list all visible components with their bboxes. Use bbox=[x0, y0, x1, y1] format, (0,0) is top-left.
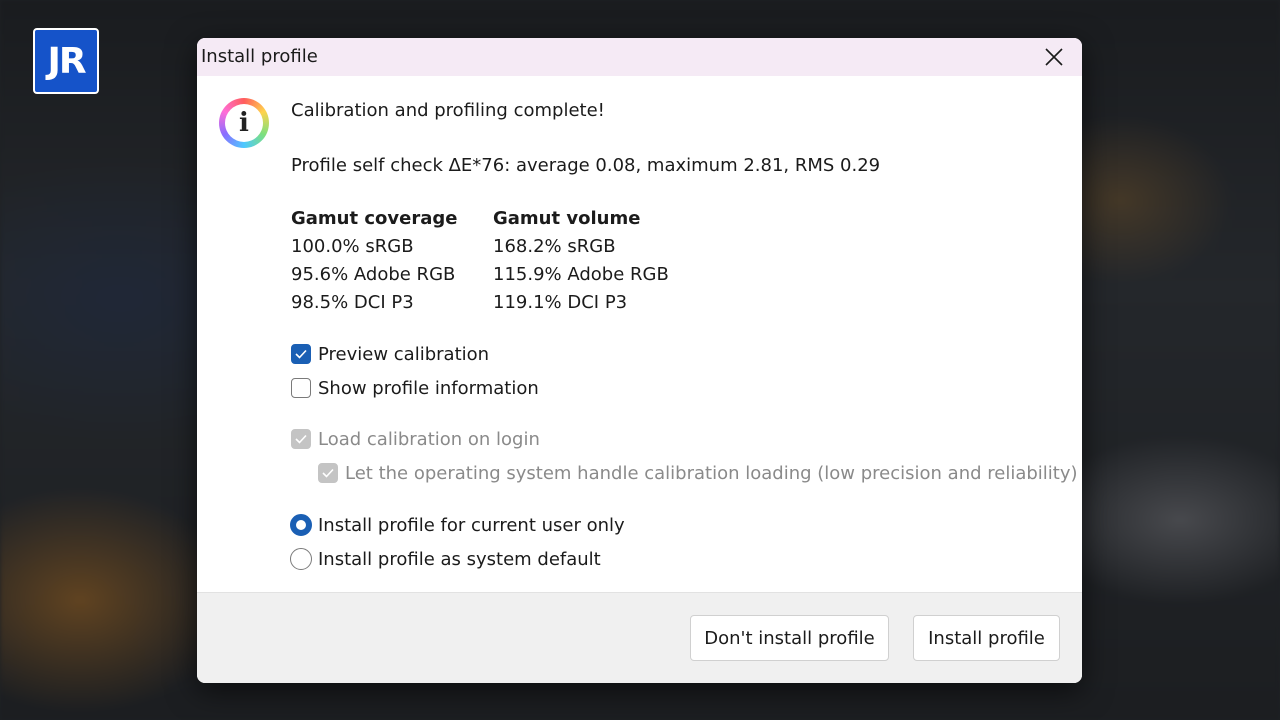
info-icon: i bbox=[219, 98, 269, 148]
install-system-default-radio[interactable] bbox=[290, 548, 312, 570]
os-handle-calibration-label: Let the operating system handle calibrat… bbox=[345, 463, 1078, 484]
checkmark-icon bbox=[295, 434, 307, 444]
preview-calibration-checkbox[interactable] bbox=[291, 344, 311, 364]
os-handle-calibration-checkbox[interactable] bbox=[318, 463, 338, 483]
gamut-volume-adobe-rgb: 115.9% Adobe RGB bbox=[493, 264, 669, 285]
logo-text: JR bbox=[47, 40, 86, 82]
checkmark-icon bbox=[295, 349, 307, 359]
gamut-volume-header: Gamut volume bbox=[493, 208, 641, 229]
close-icon bbox=[1045, 48, 1063, 66]
install-profile-button[interactable]: Install profile bbox=[913, 615, 1060, 661]
install-current-user-label[interactable]: Install profile for current user only bbox=[318, 515, 625, 536]
show-profile-information-label[interactable]: Show profile information bbox=[318, 378, 539, 399]
self-check-text: Profile self check ΔE*76: average 0.08, … bbox=[291, 155, 881, 176]
gamut-coverage-srgb: 100.0% sRGB bbox=[291, 236, 414, 257]
gamut-volume-dci-p3: 119.1% DCI P3 bbox=[493, 292, 628, 313]
gamut-volume-srgb: 168.2% sRGB bbox=[493, 236, 616, 257]
dialog-titlebar: Install profile bbox=[197, 38, 1082, 76]
show-profile-information-checkbox[interactable] bbox=[291, 378, 311, 398]
completion-heading: Calibration and profiling complete! bbox=[291, 100, 605, 121]
load-calibration-on-login-label: Load calibration on login bbox=[318, 429, 540, 450]
dont-install-profile-button[interactable]: Don't install profile bbox=[690, 615, 889, 661]
load-calibration-on-login-checkbox[interactable] bbox=[291, 429, 311, 449]
preview-calibration-label[interactable]: Preview calibration bbox=[318, 344, 489, 365]
gamut-coverage-dci-p3: 98.5% DCI P3 bbox=[291, 292, 414, 313]
close-button[interactable] bbox=[1026, 38, 1082, 76]
dialog-footer: Don't install profile Install profile bbox=[197, 592, 1082, 683]
install-system-default-label[interactable]: Install profile as system default bbox=[318, 549, 601, 570]
install-profile-dialog: Install profile i Calibration and profil… bbox=[197, 38, 1082, 683]
jr-logo: JR bbox=[33, 28, 99, 94]
dialog-title: Install profile bbox=[201, 46, 318, 67]
gamut-coverage-adobe-rgb: 95.6% Adobe RGB bbox=[291, 264, 456, 285]
checkmark-icon bbox=[322, 468, 334, 478]
gamut-coverage-header: Gamut coverage bbox=[291, 208, 458, 229]
install-current-user-radio[interactable] bbox=[290, 514, 312, 536]
